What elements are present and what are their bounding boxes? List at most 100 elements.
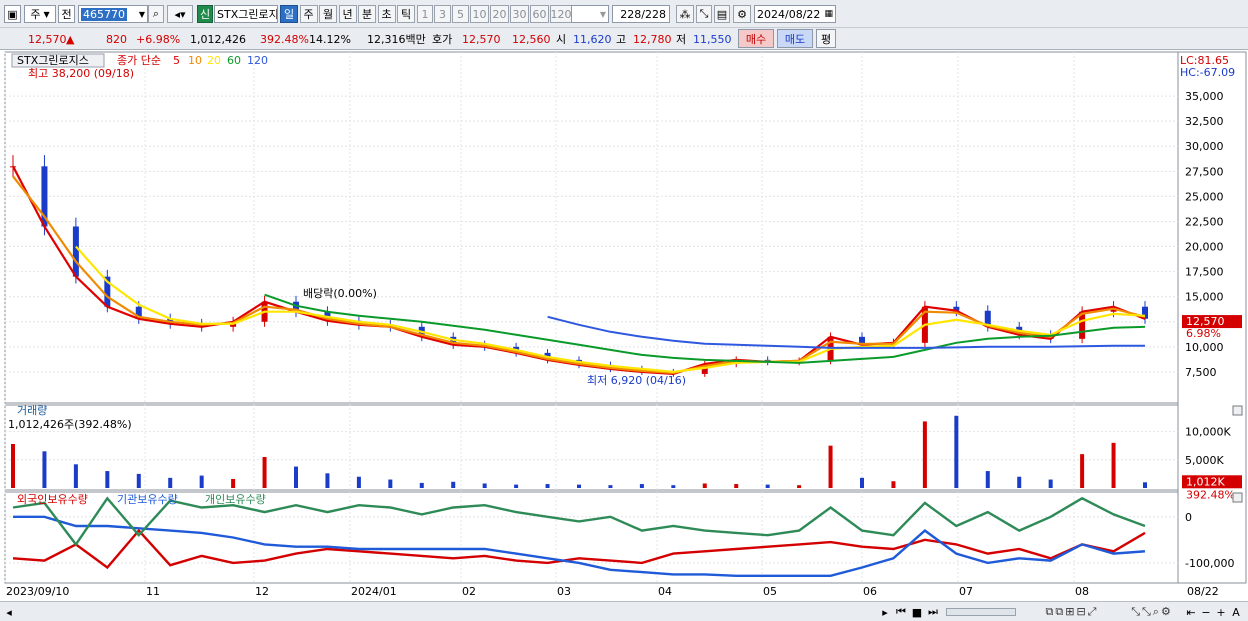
holder-axis-label: -100,000 — [1185, 557, 1234, 570]
ma-period-label: 5 — [173, 54, 180, 67]
ma-period-label: 60 — [227, 54, 241, 67]
holder-legend-label: 외국인보유수량 — [17, 493, 88, 506]
price-panel-title: STX그린로지스 — [17, 54, 89, 67]
holder-legend-label: 개인보유수량 — [205, 493, 266, 506]
volume-bar — [797, 485, 802, 488]
date-axis-label: 05 — [763, 585, 777, 598]
layout-tools-icon[interactable]: ⧉⧉⊞⊟⤢ — [1022, 604, 1122, 620]
volume-panel-title: 거래량 — [17, 404, 47, 417]
price-axis-label: 25,000 — [1185, 190, 1224, 203]
price-axis-label: 15,000 — [1185, 291, 1224, 304]
stock-chart[interactable]: 35,000 32,500 30,000 27,500 25,000 22,500 20,0… — [0, 0, 1248, 621]
volume-bar — [577, 484, 581, 488]
volume-bar — [702, 483, 707, 488]
volume-bar — [42, 451, 47, 488]
volume-bar — [105, 471, 110, 488]
volume-bar — [388, 479, 393, 488]
date-axis-label: 06 — [863, 585, 877, 598]
date-axis-label: 02 — [462, 585, 476, 598]
font-size-icon[interactable]: A — [1229, 604, 1243, 620]
min-price-note: 최저 6,920 (04/16) — [587, 374, 686, 387]
draw-tools-icon[interactable]: ⤡⤡⌕⚙ — [1124, 604, 1180, 620]
max-price-note: 최고 38,200 (09/18) — [28, 67, 134, 80]
rewind-icon[interactable]: ⏮ — [894, 604, 908, 620]
date-axis-label: 2024/01 — [351, 585, 397, 598]
date-axis-label: 07 — [959, 585, 973, 598]
price-axis-label: 7,500 — [1185, 366, 1217, 379]
price-axis-label: 10,000 — [1185, 341, 1224, 354]
volume-panel-value: 1,012,426주(392.48%) — [8, 418, 132, 431]
hc-label: HC:-67.09 — [1180, 66, 1235, 79]
price-panel — [4, 51, 1179, 404]
volume-bar — [608, 485, 613, 488]
holder-axis-label: 0 — [1185, 511, 1192, 524]
price-axis-label: 32,500 — [1185, 115, 1224, 128]
date-axis-label: 03 — [557, 585, 571, 598]
zoom-out-icon[interactable]: ⇤ — [1184, 604, 1198, 620]
volume-axis-label: 5,000K — [1185, 454, 1224, 467]
volume-bar — [168, 477, 173, 488]
volume-bar — [136, 473, 141, 488]
volume-bar — [325, 473, 330, 488]
ma-period-label: 20 — [207, 54, 221, 67]
volume-bar — [1080, 454, 1085, 488]
volume-bar — [514, 484, 519, 488]
bottom-nav-bar: ◂ ▸ ⏮ ■ ⏭ ⧉⧉⊞⊟⤢ ⤡⤡⌕⚙ ⇤ − + A — [0, 601, 1248, 621]
scroll-right-icon[interactable]: ▸ — [878, 604, 892, 620]
dividend-note: 배당락(0.00%) — [303, 287, 377, 300]
scroll-left-icon[interactable]: ◂ — [2, 604, 16, 620]
minus-icon[interactable]: − — [1199, 604, 1213, 620]
volume-bar — [734, 484, 739, 488]
plus-icon[interactable]: + — [1214, 604, 1228, 620]
volume-bar — [828, 445, 833, 488]
candle-body — [72, 226, 79, 277]
ma-period-label: 120 — [247, 54, 268, 67]
volume-panel — [4, 404, 1179, 491]
zoom-slider[interactable] — [946, 608, 1016, 616]
volume-bar — [11, 443, 15, 488]
holder-legend-label: 기관보유수량 — [117, 493, 178, 506]
price-axis-label: 35,000 — [1185, 90, 1224, 103]
panel-close-icon — [1232, 492, 1243, 503]
price-axis-label: 22,500 — [1185, 215, 1224, 228]
volume-bar — [294, 466, 298, 488]
volume-bar — [954, 415, 959, 488]
volume-bar — [985, 471, 990, 488]
panel-close-icon — [1232, 405, 1243, 416]
price-axis-label: 20,000 — [1185, 241, 1224, 254]
volume-bar — [765, 484, 770, 488]
date-axis-label: 04 — [658, 585, 672, 598]
volume-bar — [922, 421, 927, 488]
ma-label: 종가 단순 — [117, 54, 161, 67]
volume-tag-label: 1,012K — [1186, 475, 1225, 488]
forward-icon[interactable]: ⏭ — [926, 604, 940, 620]
date-axis-label: 08/22 — [1187, 585, 1219, 598]
price-axis-label: 17,500 — [1185, 266, 1224, 279]
date-axis-label: 12 — [255, 585, 269, 598]
volume-bar — [73, 464, 78, 488]
volume-bar — [231, 478, 236, 488]
volume-bar — [1048, 479, 1053, 488]
volume-bar — [262, 456, 267, 488]
volume-bar — [419, 482, 424, 488]
volume-bar — [356, 476, 361, 488]
volume-bar — [860, 477, 864, 488]
volume-bar — [1111, 442, 1116, 488]
stop-icon[interactable]: ■ — [910, 604, 924, 620]
volume-axis-label: 10,000K — [1185, 426, 1231, 439]
price-axis-label: 30,000 — [1185, 140, 1224, 153]
volume-bar — [451, 481, 456, 488]
volume-bar — [1017, 476, 1022, 488]
date-axis-label: 2023/09/10 — [6, 585, 69, 598]
date-axis-label: 11 — [146, 585, 160, 598]
ma-period-label: 10 — [188, 54, 202, 67]
date-axis-label: 08 — [1075, 585, 1089, 598]
volume-bar — [199, 475, 204, 488]
price-axis-label: 27,500 — [1185, 165, 1224, 178]
volume-bar — [891, 481, 896, 488]
volume-bar — [671, 485, 676, 488]
volume-bar — [482, 483, 487, 488]
last-pct-label: 6.98% — [1186, 327, 1221, 340]
volume-bar — [545, 484, 550, 488]
volume-bar — [1143, 482, 1147, 488]
